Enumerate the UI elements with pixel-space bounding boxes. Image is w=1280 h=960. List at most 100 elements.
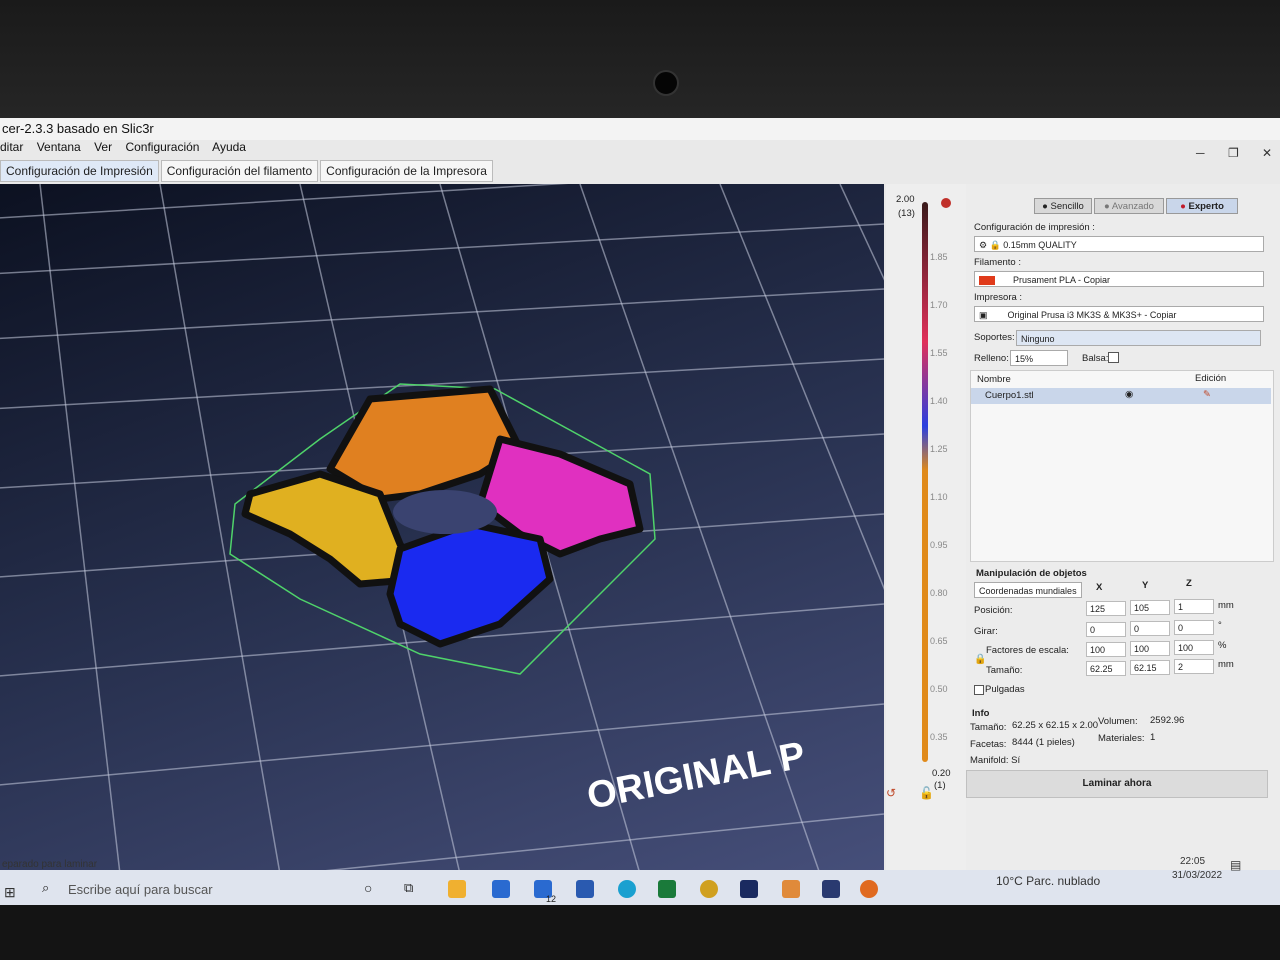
menu-window[interactable]: Ventana bbox=[37, 140, 81, 154]
mode-advanced-label: Avanzado bbox=[1111, 201, 1154, 212]
supports-combo[interactable]: Ninguno bbox=[1016, 330, 1261, 346]
layer-slider-track[interactable] bbox=[922, 202, 928, 762]
size-z-field[interactable]: 2 bbox=[1174, 659, 1214, 674]
brim-label: Balsa: bbox=[1082, 353, 1109, 364]
position-x-field[interactable]: 125 bbox=[1086, 601, 1126, 616]
coords-combo[interactable]: Coordenadas mundiales bbox=[974, 582, 1082, 598]
mode-advanced-button[interactable]: ● Avanzado bbox=[1094, 198, 1164, 214]
maximize-button[interactable]: ❐ bbox=[1228, 146, 1239, 160]
taskbar-search-icon[interactable]: ⌕ bbox=[42, 880, 49, 896]
slider-tick: 1.85 bbox=[930, 252, 948, 262]
clock-time[interactable]: 22:05 bbox=[1180, 856, 1205, 867]
puzzle-center-hole bbox=[393, 490, 497, 534]
size-x-field[interactable]: 62.25 bbox=[1086, 661, 1126, 676]
screen: cer-2.3.3 basado en Slic3r ─ ❐ ✕ ditar V… bbox=[0, 118, 1280, 908]
mode-expert-button[interactable]: ● Experto bbox=[1166, 198, 1238, 214]
slider-bottom-value: 0.20 bbox=[932, 768, 951, 779]
scale-x-field[interactable]: 100 bbox=[1086, 642, 1126, 657]
chrome-icon[interactable] bbox=[700, 880, 718, 898]
weather-text[interactable]: 10°C Parc. nublado bbox=[996, 874, 1100, 888]
position-y-field[interactable]: 105 bbox=[1130, 600, 1170, 615]
print-settings-value: 0.15mm QUALITY bbox=[1003, 240, 1077, 250]
minimize-button[interactable]: ─ bbox=[1196, 146, 1205, 160]
eye-icon[interactable]: ◉ bbox=[1125, 389, 1133, 400]
tab-print-settings[interactable]: Configuración de Impresión bbox=[0, 160, 159, 182]
size-unit: mm bbox=[1218, 659, 1234, 670]
size-y-field[interactable]: 62.15 bbox=[1130, 660, 1170, 675]
axis-y-label: Y bbox=[1142, 580, 1149, 591]
printer-combo[interactable]: ▣ Original Prusa i3 MK3S & MK3S+ - Copiar bbox=[974, 306, 1264, 322]
inches-checkbox[interactable] bbox=[974, 685, 984, 695]
filament-combo[interactable]: Prusament PLA - Copiar bbox=[974, 271, 1264, 287]
position-z-field[interactable]: 1 bbox=[1174, 599, 1214, 614]
list-item[interactable]: Cuerpo1.stl ◉ ✎ bbox=[971, 388, 1271, 404]
task-view-icon[interactable]: ⧉ bbox=[404, 880, 413, 896]
word-icon[interactable] bbox=[576, 880, 594, 898]
edit-icon[interactable]: ✎ bbox=[1203, 389, 1211, 400]
mode-simple-button[interactable]: ● Sencillo bbox=[1034, 198, 1092, 214]
filament-color-swatch bbox=[979, 276, 995, 286]
inches-label: Pulgadas bbox=[985, 684, 1025, 695]
print-settings-combo[interactable]: ⚙ 🔒 0.15mm QUALITY bbox=[974, 236, 1264, 252]
info-size-value: 62.25 x 62.15 x 2.00 bbox=[1012, 720, 1099, 731]
notifications-icon[interactable]: ▤ bbox=[1230, 858, 1241, 872]
right-sidebar: ● Sencillo ● Avanzado ● Experto Configur… bbox=[966, 184, 1280, 908]
rotate-z-field[interactable]: 0 bbox=[1174, 620, 1214, 635]
bed-logo-text: ORIGINAL P bbox=[584, 734, 809, 817]
slider-top-layer: (13) bbox=[898, 208, 915, 219]
infill-label: Relleno: bbox=[974, 353, 1009, 364]
slider-bottom-layer: (1) bbox=[934, 780, 946, 791]
laptop-bezel-bottom bbox=[0, 905, 1280, 960]
scale-y-field[interactable]: 100 bbox=[1130, 641, 1170, 656]
print-bed-svg: ORIGINAL P bbox=[0, 184, 884, 874]
scale-z-field[interactable]: 100 bbox=[1174, 640, 1214, 655]
store-icon[interactable] bbox=[492, 880, 510, 898]
rotate-y-field[interactable]: 0 bbox=[1130, 621, 1170, 636]
position-unit: mm bbox=[1218, 600, 1234, 611]
photoshop-icon[interactable] bbox=[740, 880, 758, 898]
windows-start-icon[interactable]: ⊞ bbox=[4, 884, 16, 901]
col-edit-header: Edición bbox=[1195, 373, 1227, 384]
slider-top-handle-icon[interactable] bbox=[941, 198, 951, 208]
excel-icon[interactable] bbox=[658, 880, 676, 898]
filament-value: Prusament PLA - Copiar bbox=[1013, 275, 1111, 285]
menu-config[interactable]: Configuración bbox=[125, 140, 199, 154]
filament-label: Filamento : bbox=[974, 257, 1021, 268]
scale-lock-icon[interactable]: 🔒 bbox=[974, 654, 986, 665]
info-facets-value: 8444 (1 pieles) bbox=[1012, 737, 1075, 748]
edge-icon[interactable] bbox=[618, 880, 636, 898]
slider-tick: 0.80 bbox=[930, 588, 948, 598]
explorer-icon[interactable] bbox=[448, 880, 466, 898]
info-title: Info bbox=[972, 708, 990, 719]
undo-icon[interactable]: ↺ bbox=[886, 786, 896, 800]
app-icon[interactable] bbox=[822, 880, 840, 898]
menu-bar: ditar Ventana Ver Configuración Ayuda bbox=[0, 140, 256, 158]
tab-printer-settings[interactable]: Configuración de la Impresora bbox=[320, 160, 493, 182]
brim-checkbox[interactable] bbox=[1108, 352, 1119, 363]
object-name: Cuerpo1.stl bbox=[985, 390, 1034, 401]
cortana-icon[interactable]: ○ bbox=[364, 880, 372, 896]
rotate-x-field[interactable]: 0 bbox=[1086, 622, 1126, 637]
taskbar-search-box[interactable]: Escribe aquí para buscar bbox=[68, 882, 213, 897]
slider-tick: 1.40 bbox=[930, 396, 948, 406]
prusaslicer-icon[interactable] bbox=[860, 880, 878, 898]
fusion-icon[interactable] bbox=[782, 880, 800, 898]
infill-combo[interactable]: 15% bbox=[1010, 350, 1068, 366]
webcam bbox=[653, 70, 679, 96]
3d-viewport[interactable]: ORIGINAL P bbox=[0, 184, 884, 874]
menu-edit[interactable]: ditar bbox=[0, 140, 23, 154]
slider-tick: 0.65 bbox=[930, 636, 948, 646]
menu-view[interactable]: Ver bbox=[94, 140, 112, 154]
laptop-bezel-top bbox=[0, 0, 1280, 120]
tab-filament-settings[interactable]: Configuración del filamento bbox=[160, 160, 319, 182]
object-list: Nombre Edición Cuerpo1.stl ◉ ✎ bbox=[970, 370, 1274, 562]
col-name-header: Nombre bbox=[977, 374, 1011, 385]
menu-help[interactable]: Ayuda bbox=[212, 140, 246, 154]
windows-taskbar: ⊞ ⌕ Escribe aquí para buscar ○ ⧉ 12 10°C… bbox=[0, 856, 1280, 908]
slice-now-button[interactable]: Laminar ahora bbox=[966, 770, 1268, 798]
lock-icon[interactable]: 🔓 bbox=[919, 786, 934, 800]
printer-label: Impresora : bbox=[974, 292, 1023, 303]
close-button[interactable]: ✕ bbox=[1262, 146, 1272, 160]
clock-date[interactable]: 31/03/2022 bbox=[1172, 870, 1222, 881]
scale-label: Factores de escala: bbox=[986, 645, 1069, 656]
